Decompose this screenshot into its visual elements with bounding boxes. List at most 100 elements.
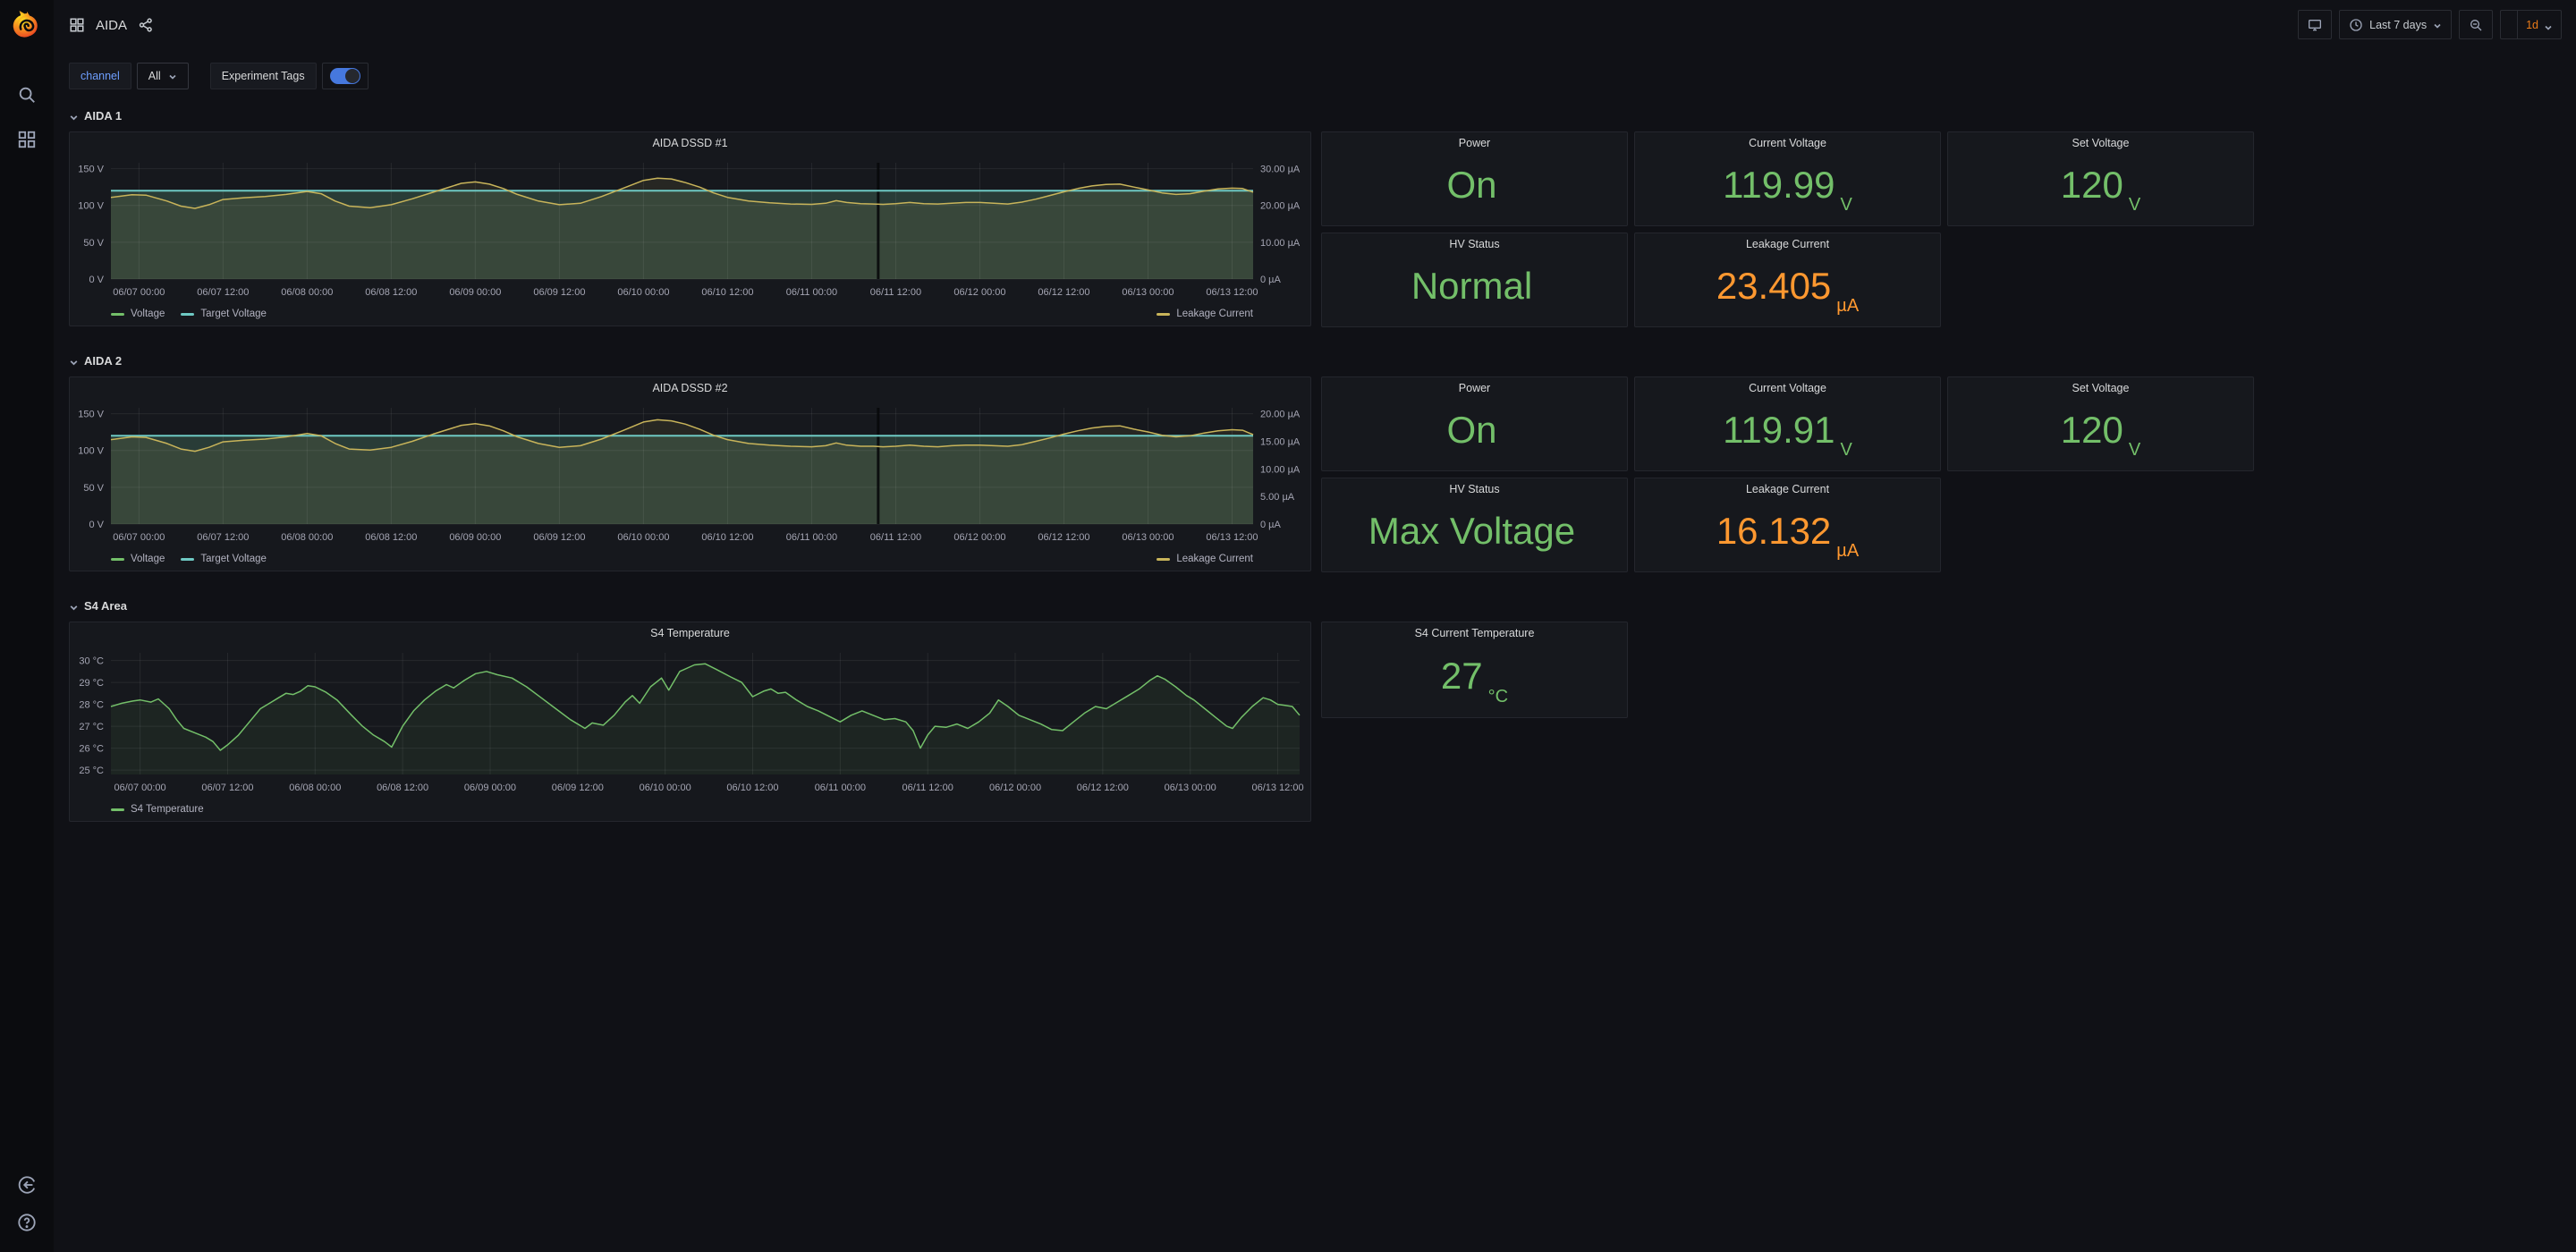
- y-axis-tick-label: 150 V: [78, 165, 104, 175]
- sidebar: [0, 0, 54, 1252]
- row-header-s4-area[interactable]: S4 Area: [69, 596, 2576, 615]
- panel-title[interactable]: AIDA DSSD #1: [70, 132, 1310, 154]
- section-aida1: AIDA DSSD #1 0 V 50 V 100 V 150 V 0 µA 10.00 …: [69, 131, 2576, 327]
- variable-label[interactable]: channel: [80, 70, 120, 82]
- time-range-picker[interactable]: Last 7 days: [2339, 10, 2453, 39]
- stat-panel-leakage-current: Leakage Current 23.405 µA: [1634, 233, 1941, 327]
- time-range-label: Last 7 days: [2369, 18, 2428, 31]
- stat-panel-current-voltage: Current Voltage 119.99 V: [1634, 131, 1941, 226]
- time-series-chart[interactable]: 0 V 50 V 100 V 150 V 0 µA 10.00 µA 20.00 µA 30.…: [70, 154, 1310, 306]
- x-axis-tick-label: 06/13 12:00: [1206, 287, 1258, 298]
- legend-item-voltage[interactable]: Voltage: [111, 554, 165, 564]
- x-axis-tick-label: 06/09 12:00: [533, 287, 585, 298]
- stat-title: Leakage Current: [1745, 238, 1830, 250]
- kiosk-mode-button[interactable]: [2298, 10, 2333, 39]
- legend-swatch: [111, 312, 124, 316]
- y-axis-tick-label: 50 V: [83, 483, 104, 494]
- chevron-down-icon: [69, 356, 79, 366]
- search-icon[interactable]: [17, 85, 37, 105]
- dashboards-icon[interactable]: [17, 130, 37, 149]
- x-axis-tick-label: 06/13 00:00: [1122, 532, 1174, 543]
- stat-title: S4 Current Temperature: [1414, 627, 1535, 639]
- legend-swatch: [1157, 557, 1171, 561]
- refresh-button-group: 1d: [2500, 10, 2562, 47]
- y-axis-tick-label: 29 °C: [79, 678, 104, 689]
- stat-value: Max Voltage: [1368, 510, 1576, 552]
- legend-item-target-voltage[interactable]: Target Voltage: [181, 554, 267, 564]
- toggle-switch[interactable]: [329, 68, 360, 84]
- stat-title: Leakage Current: [1745, 483, 1830, 495]
- chevron-down-icon: [69, 601, 79, 611]
- legend-label: S4 Temperature: [131, 804, 204, 815]
- help-icon[interactable]: [17, 1213, 37, 1232]
- stat-value: 23.405: [1716, 265, 1832, 307]
- stat-value: Normal: [1411, 265, 1533, 307]
- panel-title[interactable]: S4 Temperature: [70, 622, 1310, 644]
- x-axis-tick-label: 06/13 12:00: [1251, 782, 1303, 793]
- dashboard-title: AIDA: [96, 17, 128, 33]
- x-axis-tick-label: 06/08 00:00: [281, 532, 333, 543]
- x-axis-tick-label: 06/13 00:00: [1165, 782, 1216, 793]
- refresh-button[interactable]: [2501, 11, 2529, 47]
- x-axis-tick-label: 06/11 12:00: [870, 532, 921, 543]
- x-axis-tick-label: 06/09 00:00: [449, 287, 501, 298]
- clock-icon: [2349, 18, 2363, 32]
- x-axis-tick-label: 06/08 12:00: [365, 532, 417, 543]
- chart-svg: 25 °C 26 °C 27 °C 28 °C 29 °C 30 °C 06/07 00:0…: [79, 653, 1304, 793]
- legend-swatch: [181, 312, 195, 316]
- stat-unit: V: [2128, 440, 2141, 460]
- stat-value: 119.91: [1723, 409, 1835, 451]
- grafana-logo[interactable]: [8, 6, 46, 44]
- refresh-interval-dropdown[interactable]: 1d: [2518, 11, 2561, 38]
- stat-panel-set-voltage: Set Voltage 120 V: [1947, 131, 2254, 226]
- legend-label: Voltage: [131, 309, 165, 319]
- panel-title[interactable]: AIDA DSSD #2: [70, 377, 1310, 399]
- data-gap-annotation: [877, 408, 880, 524]
- section-s4-area: S4 Temperature 25 °C 26 °C 27 °C 28 °C 29 °C…: [69, 622, 2576, 822]
- main-content: AIDA Last 7 days 1d channel All Experime…: [54, 0, 2576, 1252]
- row-header-aida2[interactable]: AIDA 2: [69, 351, 2576, 370]
- y-axis-tick-label: 100 V: [78, 446, 104, 457]
- chevron-down-icon: [69, 111, 79, 121]
- stat-panel-power: Power On: [1321, 376, 1628, 471]
- right-axis-tick-label: 0 µA: [1260, 275, 1282, 285]
- stat-unit: °C: [1487, 687, 1509, 706]
- stat-value: On: [1446, 409, 1497, 451]
- x-axis-tick-label: 06/13 00:00: [1122, 287, 1174, 298]
- right-axis-tick-label: 0 µA: [1260, 520, 1282, 530]
- legend-item-s4-temperature[interactable]: S4 Temperature: [111, 804, 204, 815]
- y-axis-tick-label: 27 °C: [79, 722, 104, 732]
- zoom-out-button[interactable]: [2459, 10, 2494, 39]
- y-axis-tick-label: 150 V: [78, 410, 104, 420]
- time-series-chart[interactable]: 25 °C 26 °C 27 °C 28 °C 29 °C 30 °C 06/07 00:0…: [70, 644, 1310, 801]
- stat-value: 119.99: [1723, 164, 1835, 206]
- time-series-chart[interactable]: 0 V 50 V 100 V 150 V 0 µA 5.00 µA 10.00 µA 15.0…: [70, 399, 1310, 551]
- share-icon[interactable]: [138, 17, 154, 33]
- legend-item-leakage-current[interactable]: Leakage Current: [1157, 309, 1253, 319]
- row-title: AIDA 2: [84, 353, 123, 368]
- chart-panel-s4-temperature: S4 Temperature 25 °C 26 °C 27 °C 28 °C 29 °C…: [69, 622, 1311, 822]
- legend-item-voltage[interactable]: Voltage: [111, 309, 165, 319]
- x-axis-tick-label: 06/07 00:00: [113, 532, 165, 543]
- legend-item-target-voltage[interactable]: Target Voltage: [181, 309, 267, 319]
- x-axis-tick-label: 06/13 12:00: [1206, 532, 1258, 543]
- row-title: AIDA 1: [84, 108, 123, 123]
- chart-legend: Voltage Target Voltage Leakage Current: [70, 306, 1310, 326]
- legend-label: Leakage Current: [1176, 309, 1253, 319]
- stat-title: Power: [1458, 137, 1491, 149]
- stat-panel-set-voltage: Set Voltage 120 V: [1947, 376, 2254, 471]
- x-axis-tick-label: 06/07 12:00: [197, 287, 249, 298]
- apps-icon[interactable]: [69, 17, 85, 33]
- variable-value-dropdown[interactable]: All: [136, 63, 189, 89]
- stats-grid-aida2: Power On Current Voltage 119.91 V Set Vol…: [1321, 376, 2254, 572]
- legend-item-leakage-current[interactable]: Leakage Current: [1157, 554, 1253, 564]
- x-axis-tick-label: 06/09 12:00: [552, 782, 604, 793]
- chevron-down-icon: [168, 72, 177, 80]
- variable-label-chip: channel: [69, 63, 131, 89]
- sign-in-icon[interactable]: [17, 1175, 37, 1195]
- x-axis-tick-label: 06/11 12:00: [870, 287, 921, 298]
- variable-value: All: [148, 70, 161, 82]
- row-header-aida1[interactable]: AIDA 1: [69, 106, 2576, 125]
- legend-swatch: [1157, 312, 1171, 316]
- experiment-tags-toggle[interactable]: [321, 63, 369, 89]
